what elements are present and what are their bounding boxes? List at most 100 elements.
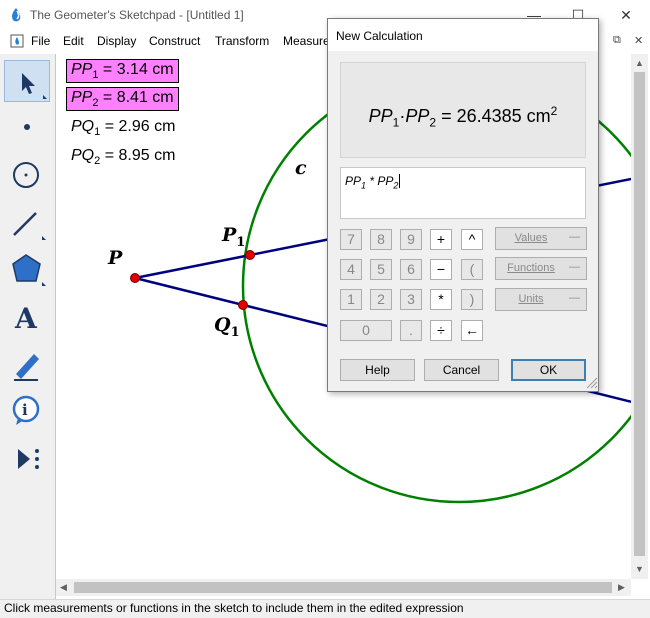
dialog-title: New Calculation — [336, 29, 423, 43]
measurement-pq1[interactable]: PQ1 = 2.96 cm — [71, 118, 175, 138]
result-value: = 26.4385 cm — [436, 106, 551, 126]
key-0[interactable]: 0 — [340, 320, 392, 341]
key-3[interactable]: 3 — [400, 289, 422, 310]
menu-file[interactable]: File — [31, 34, 50, 48]
status-text: Click measurements or functions in the s… — [4, 601, 464, 615]
key-decimal[interactable]: . — [400, 320, 422, 341]
custom-tools-icon — [18, 449, 39, 469]
polygon-icon — [12, 254, 46, 286]
menu-edit[interactable]: Edit — [63, 34, 84, 48]
units-label: Units — [518, 293, 544, 305]
svg-text:A: A — [14, 302, 38, 335]
svg-text:i: i — [22, 401, 28, 419]
cancel-button[interactable]: Cancel — [424, 359, 499, 381]
result-term-1: PP — [368, 106, 393, 126]
expression-editor[interactable]: PP1 * PP2 — [340, 167, 586, 219]
document-close-button[interactable]: ✕ — [634, 34, 643, 47]
values-popup-indicator: — — [569, 231, 580, 243]
measurement-value: = 3.14 cm — [98, 61, 174, 78]
help-button[interactable]: Help — [340, 359, 415, 381]
calculation-result-preview: PP1·PP2 = 26.4385 cm2 — [340, 62, 586, 158]
key-8[interactable]: 8 — [370, 229, 392, 250]
functions-label: Functions — [507, 262, 555, 274]
expression-text[interactable]: PP1 * PP2 — [345, 174, 401, 190]
document-icon[interactable] — [10, 34, 24, 48]
key-2[interactable]: 2 — [370, 289, 392, 310]
information-tool[interactable]: i — [4, 390, 50, 432]
measurement-name: PQ — [71, 118, 95, 135]
label-q1[interactable]: Q1 — [214, 314, 240, 340]
custom-tool[interactable] — [4, 438, 50, 480]
compass-icon — [13, 162, 39, 188]
label-p1-main: P — [222, 224, 237, 246]
window-title: The Geometer's Sketchpad - [Untitled 1] — [30, 8, 244, 22]
label-p[interactable]: P — [108, 247, 122, 269]
key-9[interactable]: 9 — [400, 229, 422, 250]
measurement-name: PP — [71, 89, 93, 106]
key-plus[interactable]: + — [430, 229, 452, 250]
marker-tool[interactable] — [4, 344, 50, 386]
scroll-up-arrow-icon[interactable]: ▲ — [635, 58, 644, 68]
text-icon: A — [14, 302, 38, 335]
key-7[interactable]: 7 — [340, 229, 362, 250]
label-q1-sub: 1 — [230, 324, 240, 340]
label-p1[interactable]: P1 — [222, 224, 245, 250]
horizontal-scrollbar[interactable]: ◀ ▶ — [56, 579, 631, 596]
measurement-name: PP — [71, 61, 93, 78]
vertical-scroll-thumb[interactable] — [634, 72, 645, 556]
straightedge-icon — [13, 212, 46, 240]
expr-term-1: PP — [345, 174, 362, 188]
key-power[interactable]: ^ — [461, 229, 483, 250]
scroll-left-arrow-icon[interactable]: ◀ — [60, 582, 67, 593]
menu-construct[interactable]: Construct — [149, 34, 200, 48]
document-restore-button[interactable]: ⧉ — [613, 34, 621, 47]
values-label: Values — [514, 232, 548, 244]
vertical-scrollbar[interactable]: ▲ ▼ — [631, 54, 648, 579]
key-6[interactable]: 6 — [400, 259, 422, 280]
key-open-paren[interactable]: ( — [461, 259, 483, 280]
result-unit-exponent: 2 — [550, 104, 558, 118]
menu-display[interactable]: Display — [97, 34, 136, 48]
measurement-value: = 2.96 cm — [100, 118, 176, 135]
menu-transform[interactable]: Transform — [215, 34, 269, 48]
label-q1-main: Q — [214, 314, 231, 336]
label-p1-sub: 1 — [236, 234, 246, 250]
scroll-right-arrow-icon[interactable]: ▶ — [618, 582, 625, 593]
point-p1[interactable] — [245, 250, 255, 260]
point-q1[interactable] — [238, 300, 248, 310]
straightedge-tool[interactable] — [4, 202, 50, 244]
values-popup-button[interactable]: Values — — [495, 227, 587, 250]
measurement-pq2[interactable]: PQ2 = 8.95 cm — [71, 147, 175, 167]
point-p[interactable] — [130, 273, 140, 283]
expr-operator: * — [366, 174, 378, 188]
point-tool[interactable] — [4, 106, 50, 148]
marker-icon — [14, 354, 39, 381]
scroll-down-arrow-icon[interactable]: ▼ — [635, 564, 644, 574]
arrow-tool[interactable] — [4, 60, 50, 102]
horizontal-scroll-thumb[interactable] — [74, 582, 612, 593]
resize-grip-icon[interactable] — [584, 375, 598, 389]
key-5[interactable]: 5 — [370, 259, 392, 280]
menu-measure[interactable]: Measure — [283, 34, 330, 48]
measurement-name: PQ — [71, 147, 95, 164]
arrow-icon — [22, 73, 47, 99]
close-button[interactable]: ✕ — [604, 4, 648, 26]
measurement-pp2[interactable]: PP2 = 8.41 cm — [66, 87, 179, 112]
ok-button[interactable]: OK — [511, 359, 586, 381]
functions-popup-indicator: — — [569, 261, 580, 273]
information-icon: i — [12, 395, 40, 425]
key-backspace[interactable]: ← — [461, 320, 483, 341]
key-close-paren[interactable]: ) — [461, 289, 483, 310]
label-c[interactable]: c — [295, 157, 307, 179]
key-minus[interactable]: − — [430, 259, 452, 280]
polygon-tool[interactable] — [4, 248, 50, 290]
text-tool[interactable]: A — [4, 296, 50, 338]
units-popup-button[interactable]: Units — — [495, 288, 587, 311]
compass-tool[interactable] — [4, 154, 50, 196]
key-multiply[interactable]: * — [430, 289, 452, 310]
key-1[interactable]: 1 — [340, 289, 362, 310]
key-divide[interactable]: ÷ — [430, 320, 452, 341]
functions-popup-button[interactable]: Functions — — [495, 257, 587, 280]
measurement-pp1[interactable]: PP1 = 3.14 cm — [66, 59, 179, 84]
key-4[interactable]: 4 — [340, 259, 362, 280]
